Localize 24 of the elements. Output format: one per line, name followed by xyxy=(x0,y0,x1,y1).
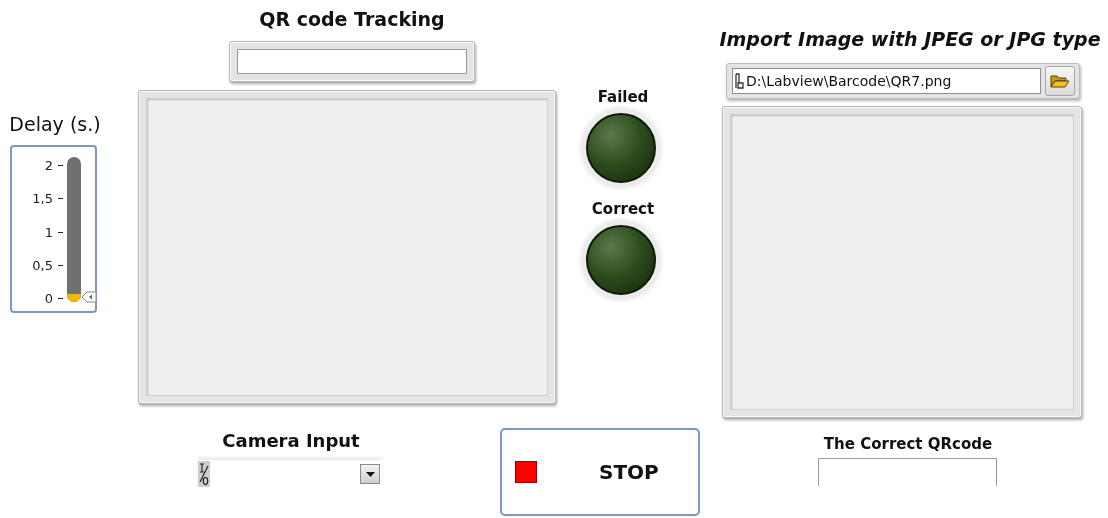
slider-pointer-icon[interactable] xyxy=(81,291,97,303)
correct-qrcode-label: The Correct QRcode xyxy=(823,435,993,453)
scale-label: 1 xyxy=(44,224,53,239)
led-label: Correct xyxy=(591,200,655,218)
camera-input-dropdown[interactable] xyxy=(198,460,382,488)
io-icon xyxy=(198,461,210,487)
led-label: Failed xyxy=(597,88,649,106)
camera-input-label: Camera Input xyxy=(222,430,360,451)
file-path-text: D:\Labview\Barcode\QR7.png xyxy=(746,73,952,89)
browse-button[interactable] xyxy=(1045,66,1075,96)
folder-icon xyxy=(1050,74,1070,88)
display-title: QR code Tracking xyxy=(259,8,445,30)
scale-label: 0 xyxy=(44,290,53,306)
delay-label: Delay (s.) xyxy=(9,113,101,135)
path-icon xyxy=(735,73,744,89)
import-title: Import Image with JPEG or JPG type xyxy=(719,28,1101,50)
scale-label: 0,5 xyxy=(32,257,53,273)
scale-label: 1,5 xyxy=(32,190,53,206)
file-path-control[interactable]: D:\Labview\Barcode\QR7.png xyxy=(726,63,1080,99)
scale-label: 2 xyxy=(44,157,53,173)
stop-button[interactable]: STOP xyxy=(500,428,700,516)
caret-icon xyxy=(365,471,375,477)
delay-slider[interactable]: 2 1,5 1 0,5 0 xyxy=(10,145,97,313)
slider-track[interactable] xyxy=(67,157,81,302)
